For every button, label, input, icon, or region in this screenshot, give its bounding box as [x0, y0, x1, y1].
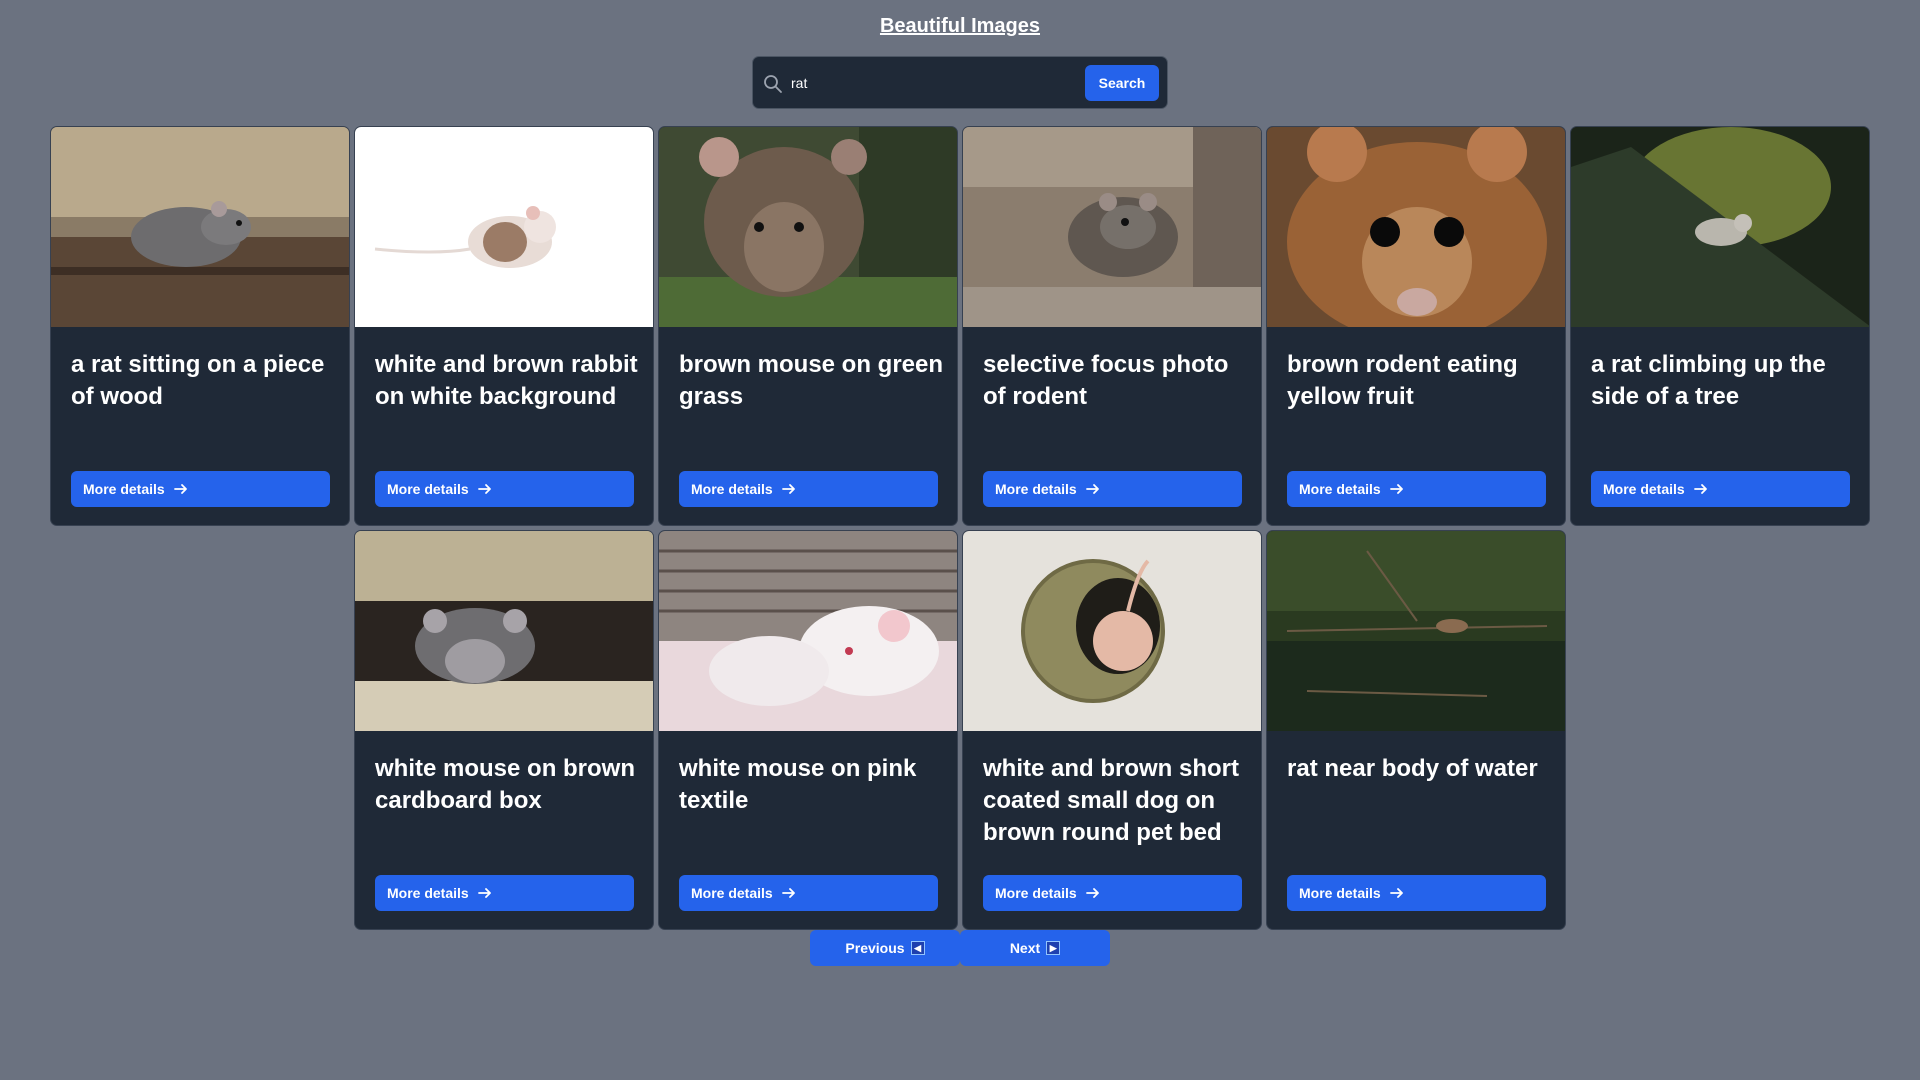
card-image-mouse-pink-textile[interactable]: [659, 531, 957, 731]
more-details-button[interactable]: More details: [1287, 875, 1546, 911]
image-card: rat near body of water More details: [1266, 530, 1566, 930]
arrow-right-icon: [1085, 484, 1099, 494]
card-title: brown mouse on green grass: [679, 351, 944, 410]
card-title: white mouse on brown cardboard box: [375, 755, 636, 814]
more-details-label: More details: [83, 481, 165, 497]
arrow-right-icon: [1389, 484, 1403, 494]
image-card: selective focus photo of rodent More det…: [962, 126, 1262, 526]
arrow-right-icon: [1389, 888, 1403, 898]
card-title: a rat sitting on a piece of wood: [71, 351, 325, 410]
card-image-rat-near-water[interactable]: [1267, 531, 1565, 731]
arrow-right-icon: [781, 888, 795, 898]
image-card: a rat sitting on a piece of wood More de…: [50, 126, 350, 526]
search-icon: [764, 75, 782, 93]
more-details-label: More details: [995, 481, 1077, 497]
more-details-button[interactable]: More details: [375, 875, 634, 911]
more-details-button[interactable]: More details: [679, 471, 938, 507]
card-image-mouse-cardboard[interactable]: [355, 531, 653, 731]
image-card: brown rodent eating yellow fruit More de…: [1266, 126, 1566, 526]
card-title: white and brown short coated small dog o…: [983, 755, 1239, 846]
arrow-right-icon: [1085, 888, 1099, 898]
more-details-label: More details: [995, 885, 1077, 901]
more-details-button[interactable]: More details: [983, 471, 1242, 507]
more-details-label: More details: [691, 885, 773, 901]
arrow-right-icon: [781, 484, 795, 494]
card-title: white mouse on pink textile: [679, 755, 917, 814]
card-title: selective focus photo of rodent: [983, 351, 1229, 410]
image-card: white and brown rabbit on white backgrou…: [354, 126, 654, 526]
more-details-label: More details: [1603, 481, 1685, 497]
card-image-rodent-eating-fruit[interactable]: [1267, 127, 1565, 327]
image-card: brown mouse on green grass More details: [658, 126, 958, 526]
card-image-mouse-on-grass[interactable]: [659, 127, 957, 327]
card-image-rodent-selective-focus[interactable]: [963, 127, 1261, 327]
previous-icon: ◀: [910, 941, 925, 955]
more-details-button[interactable]: More details: [983, 875, 1242, 911]
more-details-label: More details: [1299, 885, 1381, 901]
more-details-button[interactable]: More details: [71, 471, 330, 507]
more-details-button[interactable]: More details: [1591, 471, 1850, 507]
card-image-rat-climbing-tree[interactable]: [1571, 127, 1869, 327]
arrow-right-icon: [477, 888, 491, 898]
arrow-right-icon: [1693, 484, 1707, 494]
more-details-label: More details: [1299, 481, 1381, 497]
image-card: white mouse on pink textile More details: [658, 530, 958, 930]
arrow-right-icon: [477, 484, 491, 494]
search-button[interactable]: Search: [1085, 65, 1159, 101]
previous-label: Previous: [845, 940, 905, 956]
more-details-button[interactable]: More details: [375, 471, 634, 507]
more-details-label: More details: [387, 481, 469, 497]
card-title: rat near body of water: [1287, 755, 1538, 782]
next-label: Next: [1009, 940, 1041, 956]
image-card: a rat climbing up the side of a tree Mor…: [1570, 126, 1870, 526]
previous-button[interactable]: Previous ◀: [810, 930, 960, 966]
page-title: Beautiful Images: [879, 15, 1041, 37]
search-bar: Search: [752, 56, 1168, 109]
search-input[interactable]: [791, 67, 1071, 99]
card-title: a rat climbing up the side of a tree: [1591, 351, 1826, 410]
next-button[interactable]: Next ▶: [960, 930, 1110, 966]
more-details-button[interactable]: More details: [679, 875, 938, 911]
image-card: white and brown short coated small dog o…: [962, 530, 1262, 930]
more-details-label: More details: [691, 481, 773, 497]
next-icon: ▶: [1046, 941, 1061, 955]
card-title: brown rodent eating yellow fruit: [1287, 351, 1518, 410]
card-image-rat-on-wood[interactable]: [51, 127, 349, 327]
more-details-label: More details: [387, 885, 469, 901]
more-details-button[interactable]: More details: [1287, 471, 1546, 507]
card-image-pet-bed[interactable]: [963, 531, 1261, 731]
arrow-right-icon: [173, 484, 187, 494]
image-card: white mouse on brown cardboard box More …: [354, 530, 654, 930]
card-title: white and brown rabbit on white backgrou…: [375, 351, 638, 410]
card-image-rabbit-white-bg[interactable]: [355, 127, 653, 327]
